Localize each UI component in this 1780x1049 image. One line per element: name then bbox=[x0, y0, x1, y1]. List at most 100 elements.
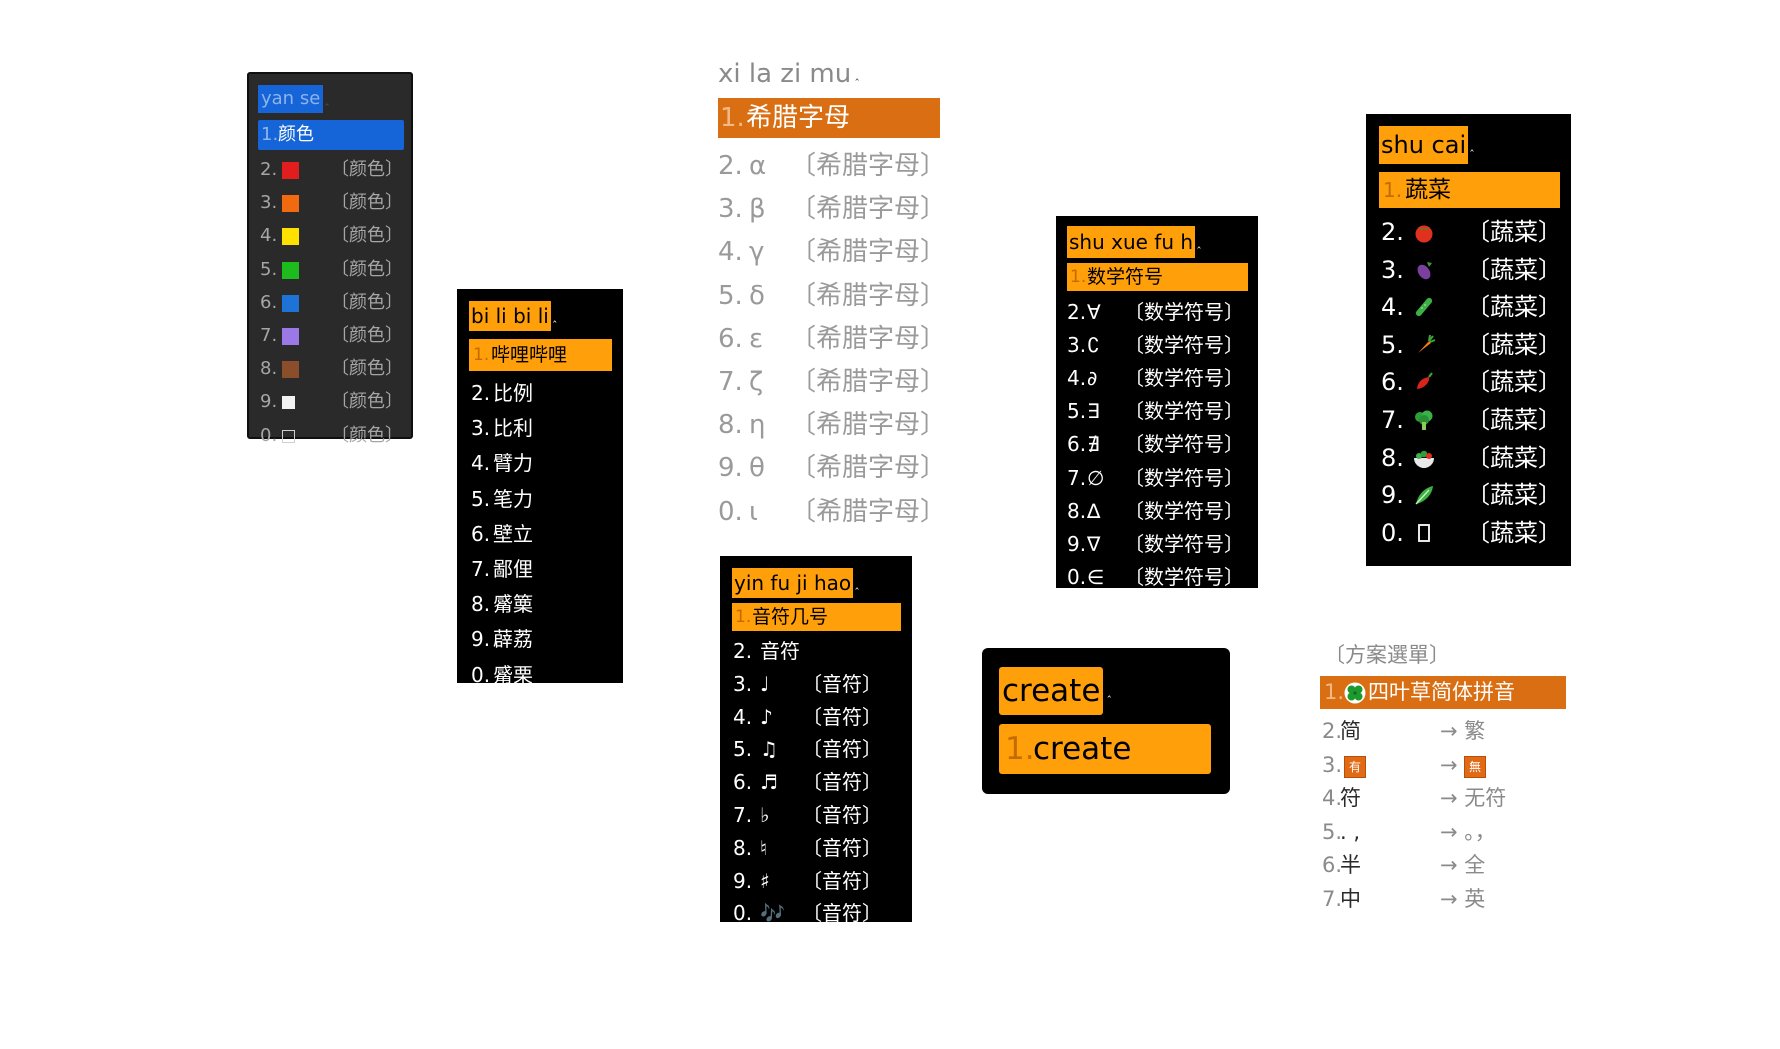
candidate-row[interactable]: 0. 🎶 〔音符〕 bbox=[720, 898, 912, 929]
candidate-row[interactable]: 4. 臂力 bbox=[457, 447, 623, 480]
candidate-index: 7. bbox=[1067, 465, 1087, 490]
candidate-row[interactable]: 4. γ 〔希腊字母〕 bbox=[714, 232, 946, 273]
schema-menu-title: 〔方案選單〕 bbox=[1324, 643, 1450, 667]
candidate-row[interactable]: 7. ♭ 〔音符〕 bbox=[720, 800, 912, 831]
candidate-index: 5. bbox=[1381, 330, 1404, 359]
candidate-index: 3. bbox=[471, 416, 491, 441]
candidate-row[interactable]: 5. ∃ 〔数学符号〕 bbox=[1056, 396, 1258, 427]
candidate-row[interactable]: 6. 〔蔬菜〕 bbox=[1366, 363, 1571, 401]
candidate-panel-vegetables: shu cai ‸ 1. 蔬菜 2. 〔蔬菜〕 3. 〔蔬菜〕 4. 〔蔬菜〕 5. 〔蔬菜〕 6… bbox=[1366, 114, 1571, 566]
candidate-row[interactable]: 7. 〔颜色〕 bbox=[249, 320, 411, 351]
candidate-row[interactable]: 2. α 〔希腊字母〕 bbox=[714, 146, 946, 187]
schema-option[interactable]: 6. 半 → 全 bbox=[1312, 848, 1572, 882]
candidate-row[interactable]: 8. 〔蔬菜〕 bbox=[1366, 439, 1571, 477]
candidate-row[interactable]: 0. 觱栗 bbox=[457, 659, 623, 692]
candidate-row[interactable]: 3. 〔蔬菜〕 bbox=[1366, 251, 1571, 289]
candidate-row[interactable]: 7. 〔蔬菜〕 bbox=[1366, 401, 1571, 439]
candidate-row[interactable]: 0. 〔蔬菜〕 bbox=[1366, 514, 1571, 552]
schema-option[interactable]: 4. 符 → 无符 bbox=[1312, 781, 1572, 815]
candidate-row[interactable]: 6. 〔颜色〕 bbox=[249, 287, 411, 318]
candidate-text: 哔哩哔哩 bbox=[491, 344, 568, 366]
candidate-row[interactable]: 8. η 〔希腊字母〕 bbox=[714, 405, 946, 446]
candidate-row[interactable]: 9. 〔蔬菜〕 bbox=[1366, 476, 1571, 514]
candidate-comment: 〔蔬菜〕 bbox=[1466, 368, 1562, 397]
candidate-row[interactable]: 3. ∁ 〔数学符号〕 bbox=[1056, 330, 1258, 361]
option-toggle: → 繁 bbox=[1440, 719, 1486, 743]
candidate-index: 5. bbox=[471, 486, 491, 511]
candidate-row[interactable]: 0. ι 〔希腊字母〕 bbox=[714, 492, 946, 533]
candidate-text: ∄ bbox=[1087, 432, 1100, 457]
candidate-text: 鄙俚 bbox=[493, 557, 533, 581]
candidate-comment: 〔颜色〕 bbox=[331, 291, 403, 313]
preedit-text: yan se bbox=[258, 85, 324, 113]
candidate-comment: 〔希腊字母〕 bbox=[790, 280, 947, 311]
candidate-comment: 〔希腊字母〕 bbox=[790, 367, 947, 397]
option-label: 半 bbox=[1340, 853, 1361, 878]
color-swatch bbox=[282, 328, 299, 345]
color-swatch bbox=[282, 195, 299, 213]
candidate-row[interactable]: 9. ∇ 〔数学符号〕 bbox=[1056, 529, 1258, 560]
candidate-row[interactable]: 8. 觱篥 bbox=[457, 588, 623, 621]
candidate-row[interactable]: 7. ζ 〔希腊字母〕 bbox=[714, 362, 947, 403]
candidate-row[interactable]: 8. ∆ 〔数学符号〕 bbox=[1056, 496, 1258, 527]
candidate-row[interactable]: 5. δ 〔希腊字母〕 bbox=[714, 276, 947, 317]
schema-option[interactable]: 3. 有 → 無 bbox=[1312, 748, 1572, 782]
candidate-row[interactable]: 9. 薜荔 bbox=[457, 623, 623, 656]
candidate-row[interactable]: 3. β 〔希腊字母〕 bbox=[714, 189, 946, 230]
candidate-row[interactable]: 6. ♬ 〔音符〕 bbox=[720, 767, 912, 798]
candidate-row[interactable]: 5. 〔蔬菜〕 bbox=[1366, 326, 1571, 364]
schema-option[interactable]: 5.. , → 。， bbox=[1312, 815, 1572, 849]
candidate-row[interactable]: 2. 〔颜色〕 bbox=[249, 154, 411, 185]
candidate-row[interactable]: 3. ♩ 〔音符〕 bbox=[720, 669, 912, 700]
candidate-row[interactable]: 4. 〔颜色〕 bbox=[249, 220, 411, 251]
candidate-highlighted[interactable]: 1. 数学符号 bbox=[1067, 263, 1248, 291]
candidate-highlighted[interactable]: 1. 音符几号 bbox=[732, 603, 901, 631]
candidate-highlighted[interactable]: 1. 希腊字母 bbox=[718, 98, 940, 138]
candidate-row[interactable]: 8. 〔颜色〕 bbox=[249, 353, 411, 384]
candidate-highlighted[interactable]: 1. 蔬菜 bbox=[1379, 172, 1560, 208]
candidate-row[interactable]: 5. ♫ 〔音符〕 bbox=[720, 734, 912, 765]
candidate-highlighted[interactable]: 1. create bbox=[999, 724, 1211, 774]
candidate-index: 6. bbox=[471, 521, 491, 546]
candidate-row[interactable]: 2. 〔蔬菜〕 bbox=[1366, 213, 1571, 251]
candidate-row[interactable]: 2. 音符 bbox=[720, 636, 912, 667]
candidate-row[interactable]: 3. 比利 bbox=[457, 412, 623, 445]
preedit: shu cai ‸ bbox=[1379, 126, 1474, 164]
candidate-row[interactable]: 6. ε 〔希腊字母〕 bbox=[714, 319, 946, 360]
candidate-index: 9. bbox=[733, 868, 753, 893]
candidate-highlighted[interactable]: 1. 哔哩哔哩 bbox=[469, 339, 612, 371]
candidate-index: 8. bbox=[1381, 443, 1404, 472]
candidate-row[interactable]: 2. 比例 bbox=[457, 377, 623, 410]
schema-option-highlighted[interactable]: 1. 四叶草简体拼音 bbox=[1320, 676, 1566, 709]
candidate-row[interactable]: 4. ∂ 〔数学符号〕 bbox=[1056, 363, 1258, 394]
candidate-row[interactable]: 0. ∈ 〔数学符号〕 bbox=[1056, 562, 1258, 593]
candidate-row[interactable]: 6. ∄ 〔数学符号〕 bbox=[1056, 429, 1258, 460]
option-toggle: → 全 bbox=[1440, 853, 1486, 878]
schema-option[interactable]: 7. 中 → 英 bbox=[1312, 882, 1572, 916]
candidate-row[interactable]: 2. ∀ 〔数学符号〕 bbox=[1056, 297, 1258, 328]
candidate-row[interactable]: 4. ♪ 〔音符〕 bbox=[720, 702, 912, 733]
candidate-row[interactable]: 5. 笔力 bbox=[457, 483, 623, 516]
candidate-row[interactable]: 8. ♮ 〔音符〕 bbox=[720, 833, 912, 864]
preedit: create ‸ bbox=[999, 667, 1111, 715]
candidate-text: 蔬菜 bbox=[1405, 177, 1451, 203]
candidate-row[interactable]: 7. ∅ 〔数学符号〕 bbox=[1056, 463, 1258, 494]
candidate-row[interactable]: 4. 〔蔬菜〕 bbox=[1366, 288, 1571, 326]
candidate-text: ∈ bbox=[1087, 564, 1105, 589]
candidate-row[interactable]: 7. 鄙俚 bbox=[457, 553, 623, 586]
candidate-row[interactable]: 9. 〔颜色〕 bbox=[249, 386, 411, 417]
schema-option[interactable]: 2. 简 → 繁 bbox=[1312, 714, 1572, 748]
candidate-index: 6. bbox=[718, 323, 743, 354]
candidate-row[interactable]: 6. 壁立 bbox=[457, 518, 623, 551]
candidate-row[interactable]: 5. 〔颜色〕 bbox=[249, 254, 411, 285]
candidate-highlighted[interactable]: 1. 颜色 bbox=[258, 120, 404, 150]
candidate-row[interactable]: 3. 〔颜色〕 bbox=[249, 187, 411, 218]
candidate-index: 9. bbox=[718, 453, 743, 484]
candidate-row[interactable]: 0. 〔颜色〕 bbox=[249, 420, 411, 451]
candidate-text: 🎶 bbox=[760, 901, 785, 926]
candidate-text: 数学符号 bbox=[1087, 266, 1164, 288]
option-toggle: → 无符 bbox=[1440, 786, 1507, 811]
candidate-row[interactable]: 9. θ 〔希腊字母〕 bbox=[714, 448, 946, 489]
candidate-row[interactable]: 9. ♯ 〔音符〕 bbox=[720, 866, 912, 897]
candidate-comment: 〔蔬菜〕 bbox=[1466, 406, 1562, 434]
